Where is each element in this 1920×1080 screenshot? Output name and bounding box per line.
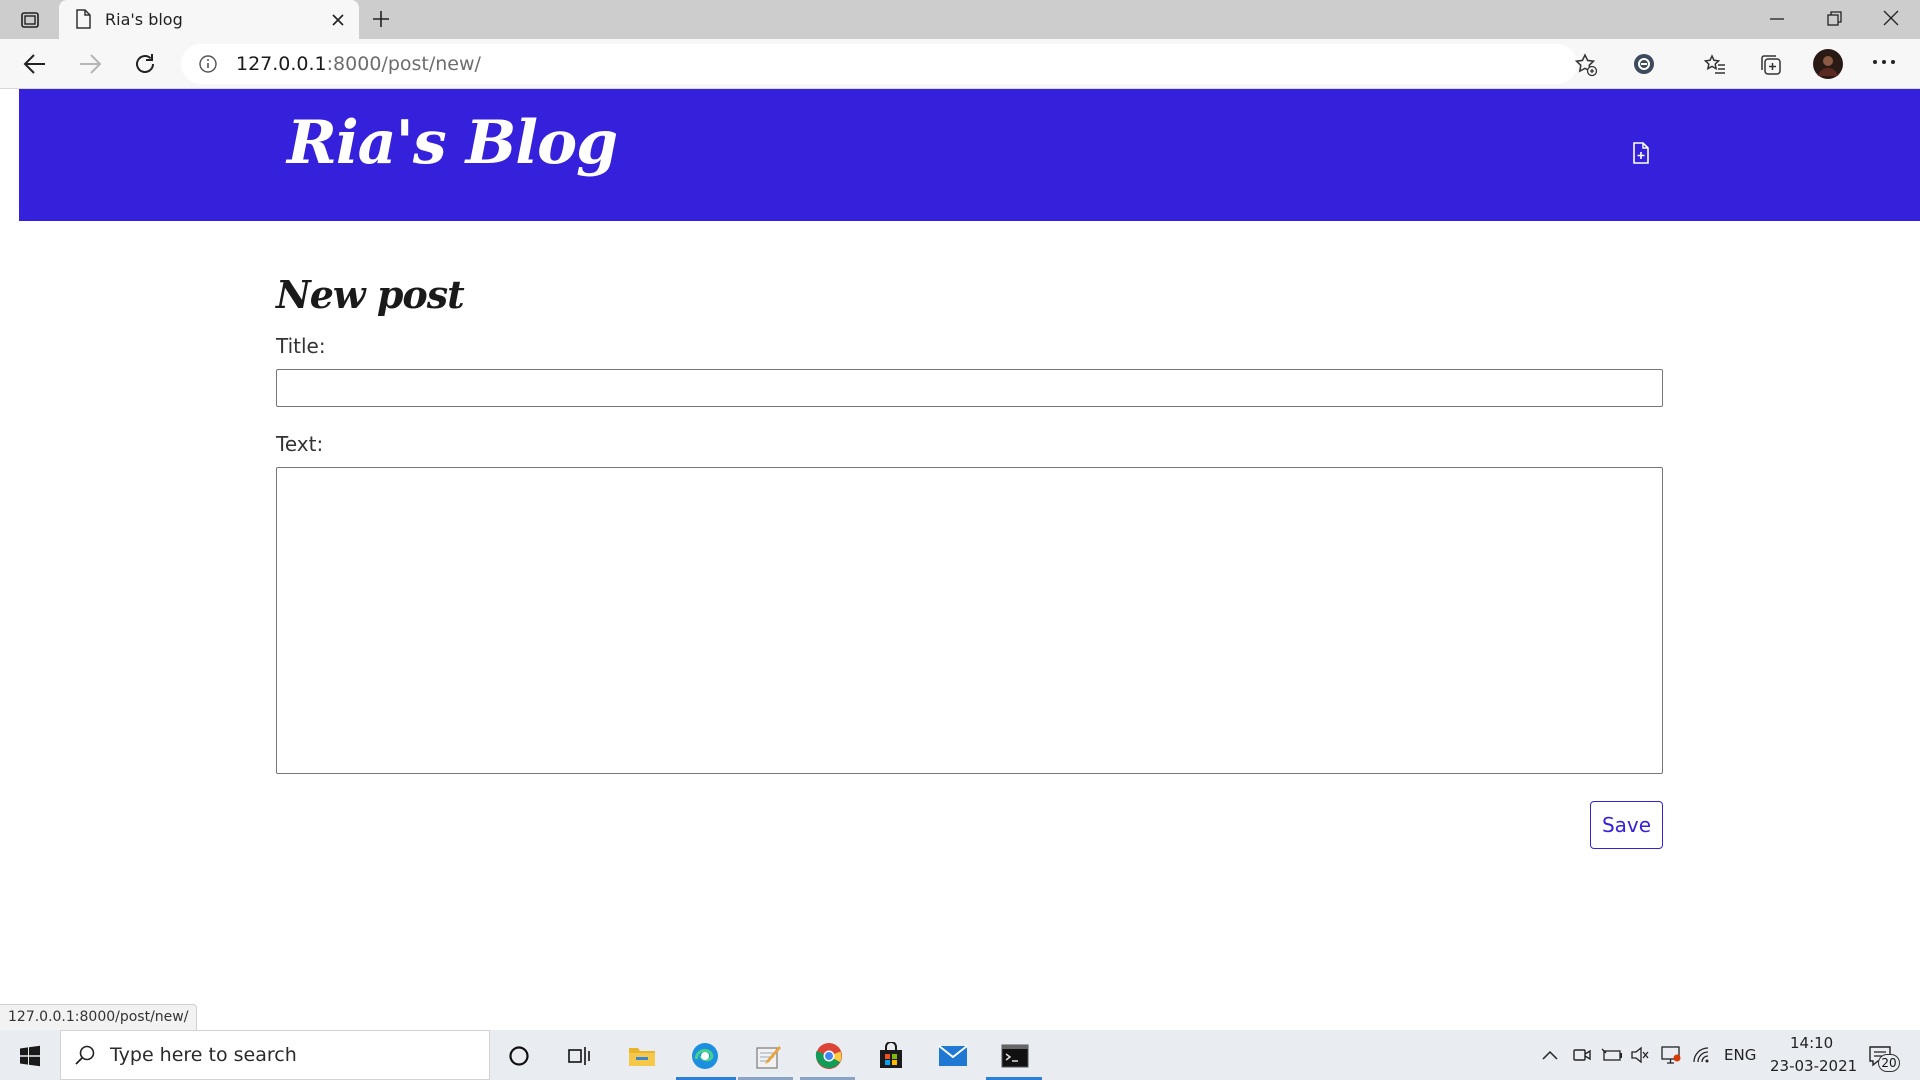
refresh-icon[interactable] xyxy=(133,52,157,76)
add-favorite-icon[interactable] xyxy=(1574,53,1598,77)
file-explorer-icon[interactable] xyxy=(628,1044,656,1068)
windows-start-icon[interactable] xyxy=(19,1045,41,1067)
text-textarea[interactable] xyxy=(276,467,1663,774)
search-icon xyxy=(74,1044,96,1066)
back-icon[interactable] xyxy=(23,53,47,75)
meet-now-icon[interactable] xyxy=(1572,1046,1592,1064)
status-url-tooltip: 127.0.0.1:8000/post/new/ xyxy=(0,1004,198,1030)
title-label: Title: xyxy=(276,334,326,358)
collections-icon[interactable] xyxy=(1759,53,1783,77)
url-path: :8000/post/new/ xyxy=(326,53,481,75)
chrome-icon[interactable] xyxy=(815,1042,843,1070)
new-post-icon[interactable] xyxy=(1632,142,1650,164)
wifi-icon[interactable] xyxy=(1692,1046,1714,1064)
taskbar-search-placeholder: Type here to search xyxy=(110,1044,297,1066)
new-tab-icon[interactable] xyxy=(371,9,391,29)
notepad-icon[interactable] xyxy=(754,1043,782,1071)
text-label: Text: xyxy=(276,432,324,456)
show-hidden-icons-icon[interactable] xyxy=(1541,1048,1559,1062)
close-window-icon[interactable] xyxy=(1882,9,1900,27)
battery-icon[interactable] xyxy=(1601,1048,1623,1062)
url-text: 127.0.0.1:8000/post/new/ xyxy=(236,53,481,75)
notification-badge: 20 xyxy=(1878,1054,1900,1072)
extension-icon[interactable] xyxy=(1632,52,1656,76)
restore-icon[interactable] xyxy=(1825,10,1843,28)
site-brand[interactable]: Ria's Blog xyxy=(287,108,618,178)
tab-active[interactable] xyxy=(59,0,359,39)
store-icon[interactable] xyxy=(877,1042,905,1070)
task-view-icon[interactable] xyxy=(567,1045,591,1067)
page-title: New post xyxy=(276,272,465,317)
tab-title: Ria's blog xyxy=(105,10,183,29)
profile-avatar[interactable] xyxy=(1813,49,1843,79)
page-icon xyxy=(74,9,92,29)
clock-time[interactable]: 14:10 xyxy=(1790,1034,1833,1052)
close-tab-icon[interactable] xyxy=(330,12,346,28)
display-icon[interactable] xyxy=(1660,1045,1682,1065)
volume-muted-icon[interactable] xyxy=(1630,1046,1650,1064)
language-indicator[interactable]: ENG xyxy=(1724,1046,1756,1064)
title-input[interactable] xyxy=(276,369,1663,407)
more-options-icon[interactable] xyxy=(1872,58,1896,66)
edge-browser-icon[interactable] xyxy=(691,1042,719,1070)
favorites-icon[interactable] xyxy=(1703,53,1727,77)
forward-icon[interactable] xyxy=(78,53,102,75)
mail-icon[interactable] xyxy=(938,1045,968,1067)
tab-actions-icon[interactable] xyxy=(20,10,40,30)
notification-count: 20 xyxy=(1881,1056,1897,1070)
terminal-icon[interactable] xyxy=(1001,1044,1029,1068)
url-host: 127.0.0.1 xyxy=(236,53,327,75)
save-button[interactable]: Save xyxy=(1590,801,1663,849)
minimize-icon[interactable] xyxy=(1768,10,1786,28)
cortana-icon[interactable] xyxy=(508,1045,530,1067)
clock-date[interactable]: 23-03-2021 xyxy=(1770,1057,1857,1075)
site-info-icon[interactable] xyxy=(198,54,218,74)
